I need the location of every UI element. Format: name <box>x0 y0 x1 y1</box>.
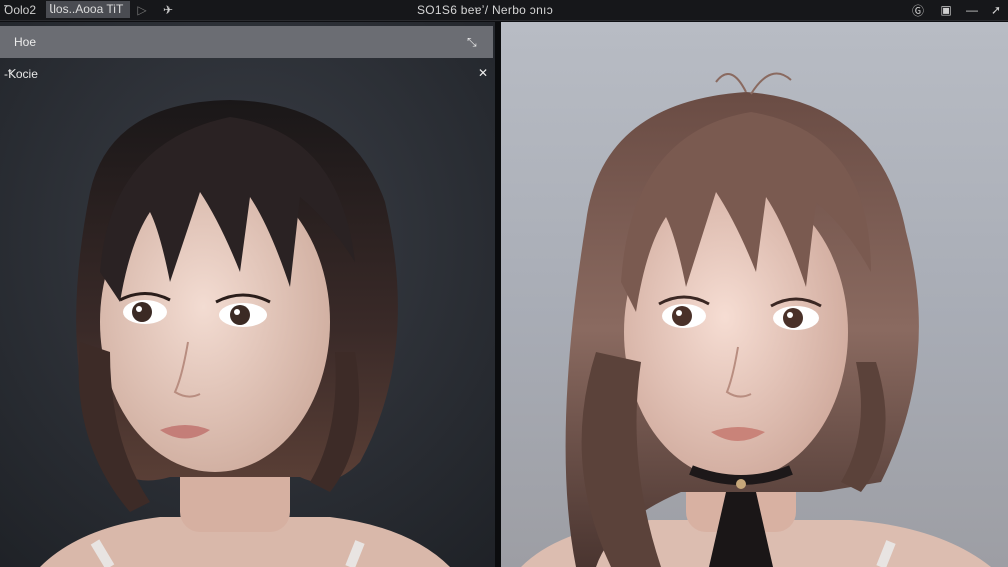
panel-header: Hoe ⤡ <box>0 26 493 58</box>
title-bar: Ꝺolo2 Ꙇlos..Aooa TiT ▷ ✈ SO1S6 beɐʼ/ Ner… <box>0 0 1008 21</box>
pin-icon[interactable]: ⤡ <box>467 35 481 49</box>
left-panel: Hoe ⤡ -Ꝁoᴄie ✕ <box>0 22 495 567</box>
window-title: SO1S6 beɐʼ/ Nerbo ɔnıɔ <box>416 3 553 17</box>
circle-g-icon[interactable]: Ⓖ <box>910 2 926 18</box>
window-icon[interactable]: ▣ <box>938 2 954 18</box>
close-icon[interactable]: ➚ <box>988 2 1004 18</box>
minimize-icon[interactable]: — <box>964 2 980 18</box>
panel-header-label: Hoe <box>14 35 37 49</box>
portrait-left <box>0 22 495 567</box>
portrait-right <box>521 72 991 567</box>
right-panel <box>501 22 1008 567</box>
layer-label: -Ꝁoᴄie <box>4 67 38 81</box>
close-icon[interactable]: ✕ <box>478 66 488 80</box>
